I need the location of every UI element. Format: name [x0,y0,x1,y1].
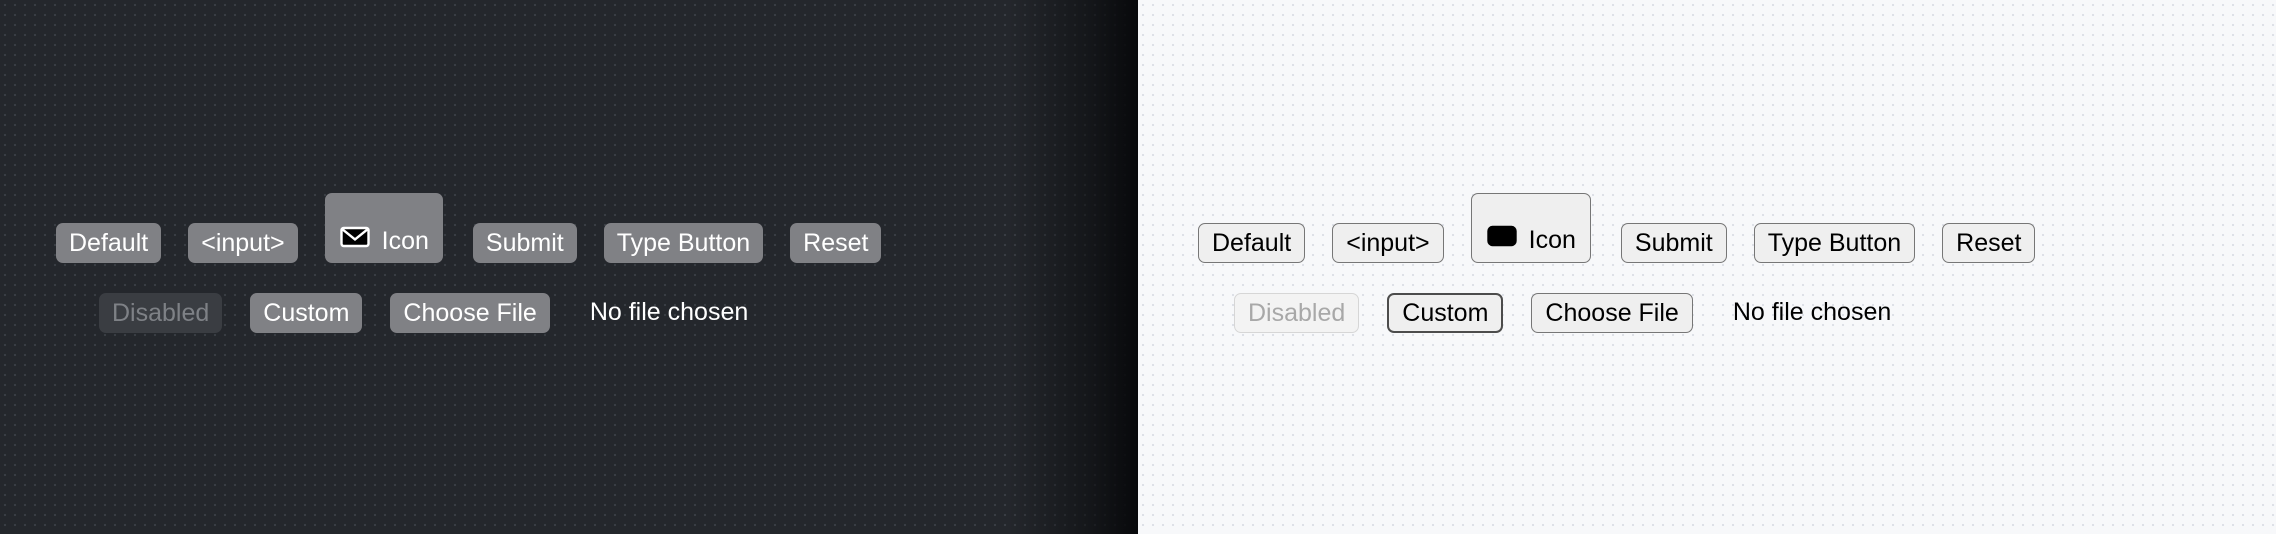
disabled-button: Disabled [1234,293,1360,333]
default-button[interactable]: Default [1198,223,1306,263]
icon-button-label: Icon [381,227,429,255]
icon-button[interactable]: Icon [1470,193,1591,263]
envelope-icon [1486,225,1517,247]
type-button[interactable]: Type Button [1753,223,1916,263]
file-input-group[interactable]: Choose File No file chosen [1531,293,1891,333]
light-button-row-secondary: Disabled Custom Choose File No file chos… [1234,293,1891,333]
input-button[interactable]: <input> [1332,223,1444,263]
submit-button[interactable]: Submit [472,223,577,263]
file-input-group[interactable]: Choose File No file chosen [390,293,748,333]
icon-button[interactable]: Icon [324,193,443,263]
submit-button[interactable]: Submit [1620,223,1727,263]
disabled-button: Disabled [99,293,223,333]
choose-file-button[interactable]: Choose File [390,293,550,333]
button-showcase-stage: Default <input> Icon Submit Type Button … [0,0,2276,534]
dark-button-row-primary: Default <input> Icon Submit Type Button … [56,193,908,263]
icon-button-label: Icon [1528,226,1576,254]
default-button[interactable]: Default [56,223,162,263]
file-status-text: No file chosen [589,298,749,326]
type-button[interactable]: Type Button [603,223,764,263]
dark-theme-panel: Default <input> Icon Submit Type Button … [0,0,1138,534]
envelope-icon [339,226,370,248]
dark-button-row-secondary: Disabled Custom Choose File No file chos… [99,293,748,333]
reset-button[interactable]: Reset [790,223,882,263]
choose-file-button[interactable]: Choose File [1531,293,1693,333]
light-theme-panel: Default <input> Icon Submit Type Button … [1138,0,2276,534]
file-status-text: No file chosen [1732,298,1892,326]
custom-button[interactable]: Custom [250,293,363,333]
input-button[interactable]: <input> [188,223,298,263]
custom-button[interactable]: Custom [1387,293,1504,333]
reset-button[interactable]: Reset [1942,223,2036,263]
light-button-row-primary: Default <input> Icon Submit Type Button … [1198,193,2062,263]
